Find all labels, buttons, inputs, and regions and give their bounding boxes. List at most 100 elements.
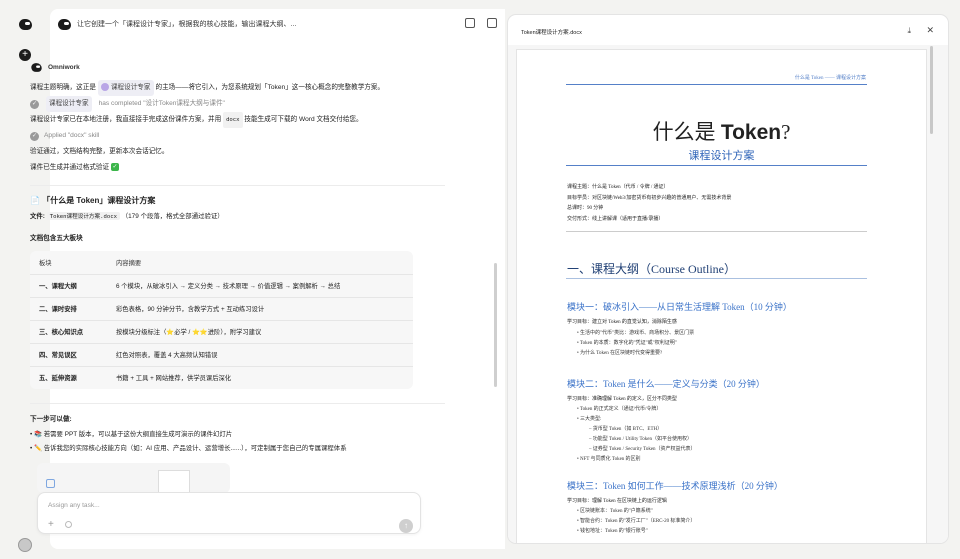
next-steps-title: 下一步可以做:: [30, 416, 72, 423]
header-rule: [566, 84, 867, 85]
doc-meta: 课程主题：什么是 Token（代币 / 令牌 / 通证） 目标学员：对区块链/W…: [567, 183, 731, 225]
list-item: • Token 的本质：数字化的"凭证"或"权利证明": [577, 341, 677, 346]
list-item-text: NFT 与同质化 Token 的区别: [580, 457, 641, 462]
list-item: • 为什么 Token 在区块链时代变得重要?: [577, 351, 663, 356]
document-viewport: 什么是 Token —— 课程设计方案 什么是 Token? 课程设计方案 课程…: [508, 45, 948, 543]
intro-text-2: 的主场——将它引入，为您系统规划「Token」这一核心概念的完整教学方案。: [155, 84, 385, 91]
document-filename: Token课程设计方案.docx: [521, 30, 582, 36]
mention-icon[interactable]: [65, 521, 72, 528]
completed-row: ✓ 课程设计专家 has completed "设计Token课程大纲与课件": [30, 96, 445, 112]
attachment-icon: [46, 479, 55, 488]
app-logo-icon[interactable]: [17, 16, 33, 32]
composer-input[interactable]: Assign any task...: [48, 502, 100, 509]
list-item-text: 钱包地址：Token 的"银行账号": [580, 529, 648, 534]
intro-message: 课程主题明确，这正是 课程设计专家 的主场——将它引入，为您系统规划「Token」这…: [30, 80, 445, 96]
agent-icon: [100, 83, 109, 92]
doc-heading-text: 「什么是 Token」课程设计方案: [42, 196, 156, 205]
list-item-text: 三大类型:: [580, 417, 602, 422]
file-label: 文件:: [30, 213, 45, 220]
file-info: （179 个段落，格式全部通过验证）: [121, 213, 224, 220]
list-item-text: 区块链账本：Token 的"户籍系统": [580, 509, 653, 514]
send-button[interactable]: ↑: [399, 519, 413, 533]
table-cell: 按模块分级标注（⭐必学 / ⭐⭐进阶），附学习建议: [107, 320, 413, 344]
table-header-row: 板块 内容摘要: [30, 251, 413, 275]
download-icon[interactable]: ⤓: [907, 26, 911, 36]
close-icon[interactable]: ✕: [926, 25, 934, 36]
meta-line: 目标学员：对区块链/Web3/加密货币有初步兴趣的普通用户、无需技术背景: [567, 195, 732, 201]
check-icon: ✓: [30, 99, 39, 109]
completed-text: has completed "设计Token课程大纲与课件": [98, 100, 225, 107]
module-goal: 学习目标：建立对 Token 的直觉认知，消除陌生感: [567, 320, 677, 325]
table-cell: 五、延伸资源: [39, 375, 77, 383]
add-attachment-icon[interactable]: +: [48, 519, 54, 530]
sections-table: 板块 内容摘要 一、课程大纲 6 个模块，从破冰引入 → 定义分类 → 技术原理 …: [30, 251, 413, 389]
message-area: Omniwork 课程主题明确，这正是 课程设计专家 的主场——将它引入，为您系统规…: [30, 62, 445, 456]
omniwork-logo-icon: [31, 63, 42, 72]
list-item: • Token 的正式定义（通证/代币/令牌）: [577, 407, 662, 412]
list-item-text: Token 的本质：数字化的"凭证"或"权利证明": [579, 341, 677, 346]
table-cell: 四、常见误区: [30, 343, 107, 367]
module-heading: 模块一：破冰引入——从日常生活理解 Token（10 分钟）: [567, 302, 792, 312]
user-avatar[interactable]: [17, 537, 33, 553]
table-cell: 三、核心知识点: [30, 320, 107, 344]
list-item: • 生活中的"代币"类比：游戏币、商场积分、景区门票: [577, 331, 695, 336]
meta-line: 课程主题：什么是 Token（代币 / 令牌 / 通证）: [567, 185, 669, 190]
files-icon[interactable]: [487, 18, 497, 28]
chat-scrollbar[interactable]: [494, 263, 497, 387]
meta-rule: [566, 231, 867, 232]
agent-pill[interactable]: 课程设计专家: [97, 80, 154, 96]
open-external-icon[interactable]: [465, 18, 475, 28]
divider: [30, 403, 445, 404]
document-scrollbar[interactable]: [930, 46, 933, 134]
table-row: 三、核心知识点 按模块分级标注（⭐必学 / ⭐⭐进阶），附学习建议: [30, 320, 413, 344]
doc-heading: 📄 「什么是 Token」课程设计方案: [30, 195, 445, 206]
table-header: 内容摘要: [107, 251, 413, 275]
doc-title-q: ?: [781, 120, 791, 144]
table-row: 四、常见误区 红色对照表，覆盖 4 大高频认知错误: [30, 343, 413, 367]
next-step-item: • 📚 若需要 PPT 版本，可以基于这份大纲直接生成可演示的课件幻灯片: [30, 431, 233, 438]
sender-name: Omniwork: [48, 64, 80, 71]
new-task-icon[interactable]: +: [17, 47, 33, 63]
module-heading: 模块三：Token 如何工作——技术原理浅析（20 分钟）: [567, 481, 783, 491]
doc-subtitle: 课程设计方案: [688, 150, 755, 162]
doc-file-icon: 📄: [30, 196, 40, 205]
list-item: • 区块链账本：Token 的"户籍系统": [577, 509, 653, 514]
agent-pill-label: 课程设计专家: [110, 84, 151, 91]
table-cell: 书籍 + 工具 + 网站推荐，供学员课后深化: [116, 375, 232, 383]
sections-title: 文档包含五大板块: [30, 235, 83, 242]
next-step-item: • ✏️ 告诉我您的实际核心技能方向（如：AI 应用、产品设计、运营增长....…: [30, 445, 347, 452]
intro-text-1: 课程主题明确，这正是: [30, 84, 96, 91]
module-goal: 学习目标：理解 Token 在区块链上的运行逻辑: [567, 499, 667, 504]
doc-title-en: Token: [720, 121, 782, 144]
divider: [30, 185, 445, 186]
module-heading: 模块二：Token 是什么——定义与分类（20 分钟）: [567, 379, 765, 389]
generated-text: 课件已生成并通过格式验证: [30, 164, 110, 171]
sub-list-item: – 功能型 Token / Utility Token（如平台使用权）: [589, 437, 692, 442]
check-icon: ✓: [30, 131, 39, 141]
list-item: • 智能合约：Token 的"发行工厂"（ERC-20 标准简介）: [577, 519, 696, 524]
table-row: 二、课时安排 彩色表格，90 分钟分节，含教学方式 + 互动练习设计: [30, 297, 413, 321]
task-composer[interactable]: Assign any task... + ↑: [37, 492, 421, 534]
registered-text-1: 课程设计专家已在本地注册，我直接接手完成这份课件方案，并用: [30, 116, 222, 123]
subtitle-rule: [566, 165, 867, 166]
file-name-code[interactable]: Token课程设计方案.docx: [46, 212, 120, 220]
list-item-text: 智能合约：Token 的"发行工厂"（ERC-20 标准简介）: [580, 519, 696, 524]
docx-code: docx: [223, 112, 243, 128]
generated-row: 课件已生成并通过格式验证 ✓: [30, 160, 445, 176]
table-header: 板块: [30, 251, 107, 275]
table-row: 五、延伸资源 书籍 + 工具 + 网站推荐，供学员课后深化: [30, 366, 413, 389]
page-header: 什么是 Token —— 课程设计方案: [794, 76, 866, 81]
list-item-text: 生活中的"代币"类比：游戏币、商场积分、景区门票: [580, 331, 695, 336]
list-item-text: 为什么 Token 在区块链时代变得重要?: [580, 351, 663, 356]
table-cell: 彩色表格，90 分钟分节，含教学方式 + 互动练习设计: [107, 297, 413, 321]
attachment-preview: [37, 463, 230, 493]
green-check-icon: ✓: [110, 163, 119, 172]
completed-agent-pill[interactable]: 课程设计专家: [46, 96, 92, 112]
sub-list-item: – 证券型 Token / Security Token（资产权益代表）: [589, 447, 696, 452]
list-item: • 钱包地址：Token 的"银行账号": [577, 529, 648, 534]
table-cell: 二、课时安排: [30, 297, 107, 321]
meta-line: 交付形式：线上讲解课（适用于直播/录播）: [567, 216, 664, 222]
applied-row: ✓ Applied "docx" skill: [30, 128, 445, 144]
sub-list-item: – 货币型 Token（如 BTC、ETH）: [589, 427, 663, 432]
attachment-doc-thumbnail[interactable]: [158, 470, 190, 494]
